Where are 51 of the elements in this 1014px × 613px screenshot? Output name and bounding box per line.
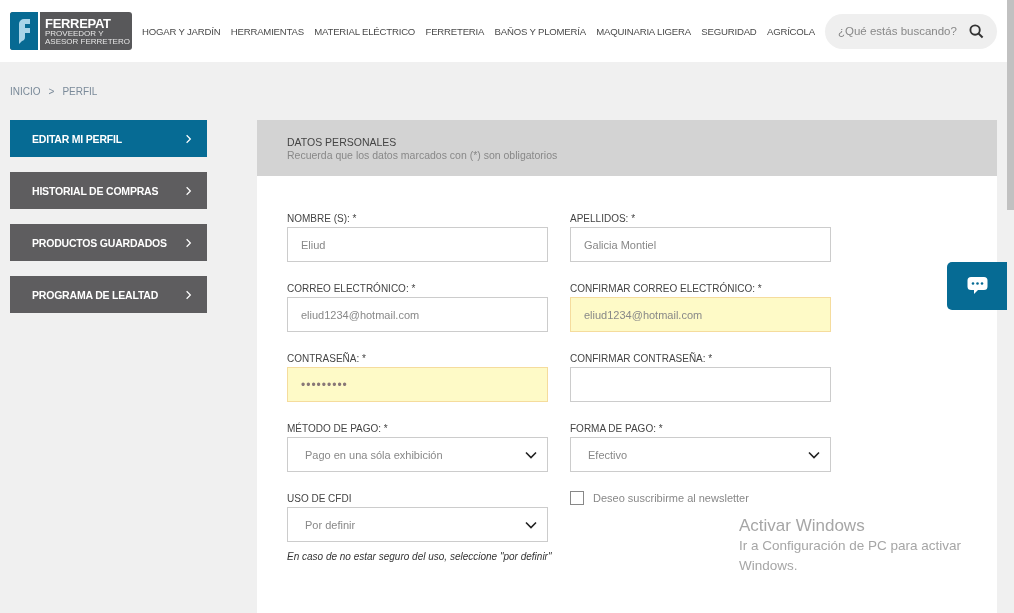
nav-link[interactable]: MAQUINARIA LIGERA <box>596 25 691 37</box>
field-label: NOMBRE (S): * <box>287 214 358 224</box>
search-field[interactable]: ¿Qué estás buscando? <box>825 13 997 49</box>
input-field[interactable]: Galicia Montiel <box>570 227 831 262</box>
section-subtitle: Recuerda que los datos marcados con (*) son obligatorios <box>287 148 559 161</box>
section-title: DATOS PERSONALES <box>287 135 398 148</box>
chat-button[interactable] <box>947 262 1007 310</box>
chat-bubble-icon <box>966 276 988 296</box>
nav-link[interactable]: HERRAMIENTAS <box>230 25 304 37</box>
logo[interactable]: FERREPAT PROVEEDOR Y ASESOR FERRETERO <box>10 12 132 50</box>
field-label: MÉTODO DE PAGO: * <box>287 424 389 434</box>
nav-link[interactable]: AGRÍCOLA <box>766 25 815 37</box>
nav-link[interactable]: MATERIAL ELÉCTRICO <box>314 25 416 37</box>
field-label: CONTRASEÑA: * <box>287 354 367 364</box>
sidebar-item[interactable]: EDITAR MI PERFIL <box>10 120 207 157</box>
checkbox[interactable] <box>570 491 584 505</box>
field-label: CORREO ELECTRÓNICO: * <box>287 284 417 294</box>
nav-link[interactable]: BAÑOS Y PLOMERÍA <box>494 25 586 37</box>
field-label: CONFIRMAR CORREO ELECTRÓNICO: * <box>570 284 763 294</box>
nav-link[interactable]: SEGURIDAD <box>701 25 757 37</box>
chevron-right-icon <box>184 184 193 197</box>
field-label: FORMA DE PAGO: * <box>570 424 664 434</box>
input-field[interactable]: eliud1234@hotmail.com <box>287 297 548 332</box>
password-field[interactable]: ••••••••• <box>287 367 548 402</box>
field-label: APELLIDOS: * <box>570 214 637 224</box>
select-field[interactable]: Efectivo <box>570 437 831 472</box>
chevron-right-icon <box>184 236 193 249</box>
input-field[interactable]: eliud1234@hotmail.com <box>570 297 831 332</box>
password-field[interactable] <box>570 367 831 402</box>
select-field[interactable]: Por definir <box>287 507 548 542</box>
breadcrumb-link[interactable]: INICIO <box>10 85 41 97</box>
chevron-right-icon <box>184 288 193 301</box>
breadcrumb-separator: > <box>48 85 55 97</box>
search-icon <box>969 23 984 39</box>
nav-link[interactable]: FERRETERIA <box>425 25 485 37</box>
breadcrumb-link[interactable]: PERFIL <box>62 85 98 97</box>
scrollbar-thumb[interactable] <box>1007 0 1014 210</box>
logo-tagline: PROVEEDOR Y ASESOR FERRETERO <box>45 29 131 46</box>
sidebar-item[interactable]: PROGRAMA DE LEALTAD <box>10 276 207 313</box>
select-field[interactable]: Pago en una sóla exhibición <box>287 437 548 472</box>
input-field[interactable]: Eliud <box>287 227 548 262</box>
activation-message: Ir a Configuración de PC para activar Windows. <box>739 537 963 575</box>
sidebar-item[interactable]: HISTORIAL DE COMPRAS <box>10 172 207 209</box>
activation-title: Activar Windows <box>739 516 866 536</box>
chevron-right-icon <box>184 132 193 145</box>
field-label: CONFIRMAR CONTRASEÑA: * <box>570 354 714 364</box>
checkbox-label[interactable]: Deseo suscribirme al newsletter <box>593 492 749 504</box>
sidebar-item[interactable]: PRODUCTOS GUARDADOS <box>10 224 207 261</box>
field-label: USO DE CFDI <box>287 494 353 504</box>
logo-name: FERREPAT <box>45 16 112 30</box>
nav-link[interactable]: HOGAR Y JARDÍN <box>142 25 221 37</box>
